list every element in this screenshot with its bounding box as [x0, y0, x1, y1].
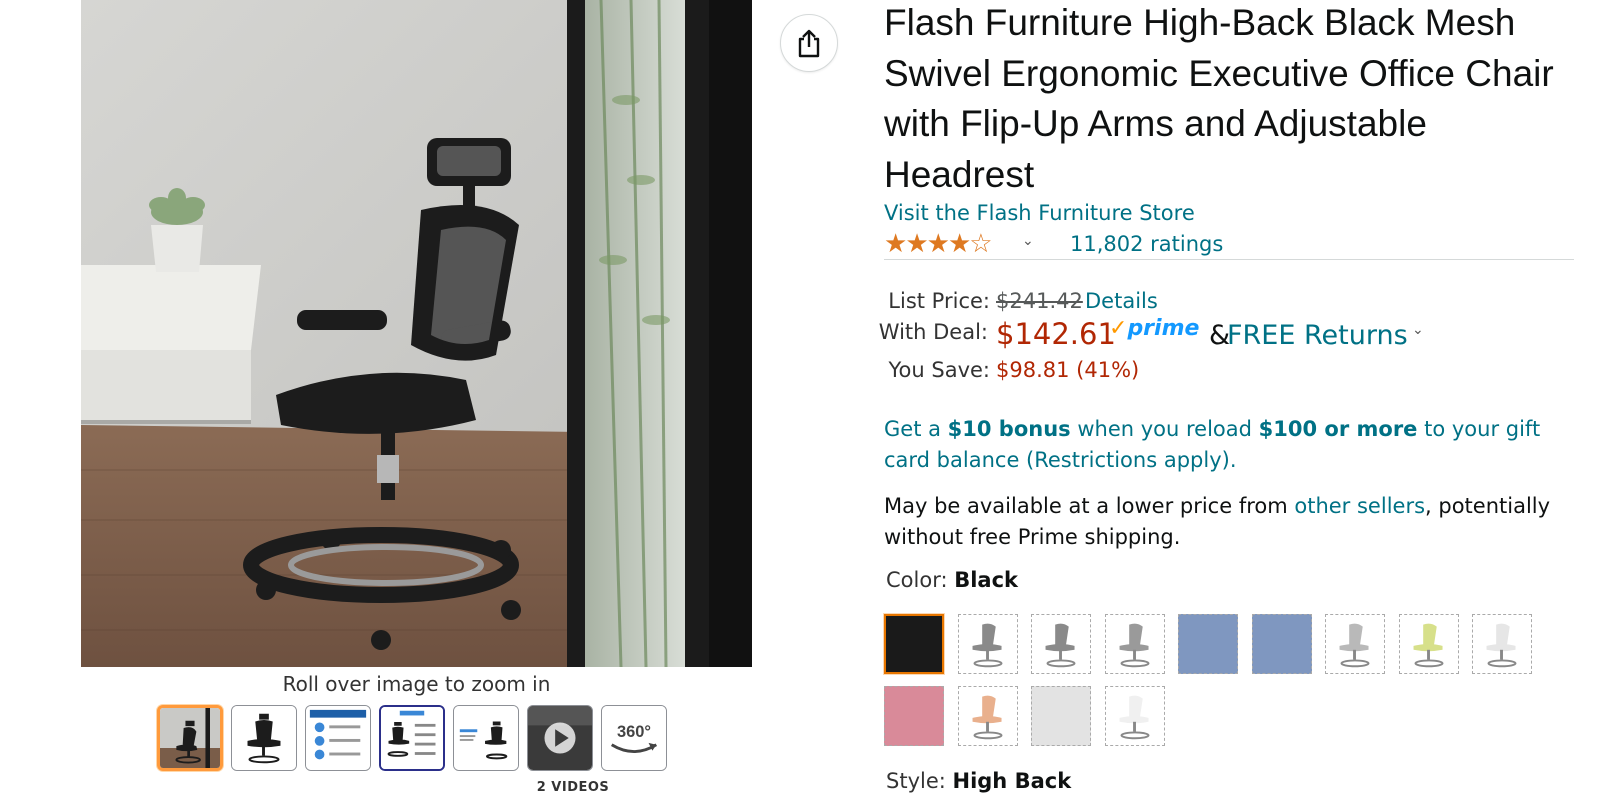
share-icon — [798, 29, 820, 58]
selected-color: Black — [954, 568, 1019, 592]
color-swatch-lime[interactable] — [1399, 614, 1459, 674]
thumbnail-360-view[interactable]: 360° — [601, 705, 667, 771]
store-link[interactable]: Visit the Flash Furniture Store — [884, 201, 1195, 225]
star-full-icon: ★ — [905, 229, 928, 259]
video-count: 2 VIDEOS — [536, 780, 610, 795]
color-swatch-gray-3[interactable] — [1105, 614, 1165, 674]
thumbnail-front-view[interactable] — [231, 705, 297, 771]
thumbnail-dimensions[interactable] — [379, 705, 445, 771]
style-selection-label: Style: High Back — [886, 769, 1072, 793]
deal-label: With Deal: — [878, 320, 988, 344]
color-swatch-light[interactable] — [1031, 686, 1091, 746]
chevron-down-icon[interactable]: ⌄ — [1022, 233, 1034, 249]
color-swatch-light-gray[interactable] — [1325, 614, 1385, 674]
color-swatch-white-1[interactable] — [1472, 614, 1532, 674]
rating-row: ★★★★☆ ⌄ 11,802 ratings — [884, 230, 1574, 260]
zoom-hint: Roll over image to zoom in — [282, 672, 551, 696]
gift-card-promo[interactable]: Get a $10 bonus when you reload $100 or … — [884, 414, 1564, 476]
chevron-down-icon[interactable]: ⌄ — [1412, 322, 1424, 338]
360-label: 360° — [617, 723, 651, 741]
list-price-label: List Price: — [888, 289, 990, 313]
color-swatch-gray-1[interactable] — [958, 614, 1018, 674]
prime-check-icon: ✓ — [1109, 316, 1128, 341]
color-swatch-white-2[interactable] — [1105, 686, 1165, 746]
star-full-icon: ★ — [926, 229, 950, 259]
thumbnail-features[interactable] — [305, 705, 371, 771]
star-empty-icon: ☆ — [969, 229, 992, 259]
color-selection-label: Color: Black — [886, 568, 1019, 592]
prime-badge: ✓prime — [1109, 316, 1200, 341]
share-button[interactable] — [780, 14, 838, 72]
thumbnail-size-comparison[interactable] — [453, 705, 519, 771]
save-value: $98.81 (41%) — [996, 358, 1140, 382]
color-swatch-blue-1[interactable] — [1178, 614, 1238, 674]
color-swatch-peach[interactable] — [958, 686, 1018, 746]
lower-price-notice: May be available at a lower price from o… — [884, 494, 1551, 549]
star-rating[interactable]: ★★★★☆ — [884, 229, 993, 259]
other-sellers-link[interactable]: other sellers — [1294, 494, 1425, 518]
thumbnail-video[interactable] — [527, 705, 593, 771]
color-swatch-blue-2[interactable] — [1252, 614, 1312, 674]
list-price-value: $241.42 — [996, 289, 1083, 313]
star-half-icon: ★ — [947, 229, 971, 259]
ratings-count-link[interactable]: 11,802 ratings — [1070, 232, 1223, 256]
color-swatch-gray-2[interactable] — [1031, 614, 1091, 674]
main-product-image[interactable] — [81, 0, 752, 667]
color-swatch-black[interactable] — [884, 614, 944, 674]
deal-price: $142.61 — [996, 317, 1116, 351]
product-title: Flash Furniture High-Back Black Mesh Swi… — [884, 2, 1554, 195]
save-label: You Save: — [888, 358, 991, 382]
free-returns-link[interactable]: FREE Returns — [1227, 320, 1408, 351]
selected-style: High Back — [952, 769, 1072, 793]
details-link[interactable]: Details — [1085, 289, 1158, 313]
star-full-icon: ★ — [884, 229, 907, 259]
color-swatch-pink[interactable] — [884, 686, 944, 746]
thumbnail-main-photo[interactable] — [157, 705, 223, 771]
